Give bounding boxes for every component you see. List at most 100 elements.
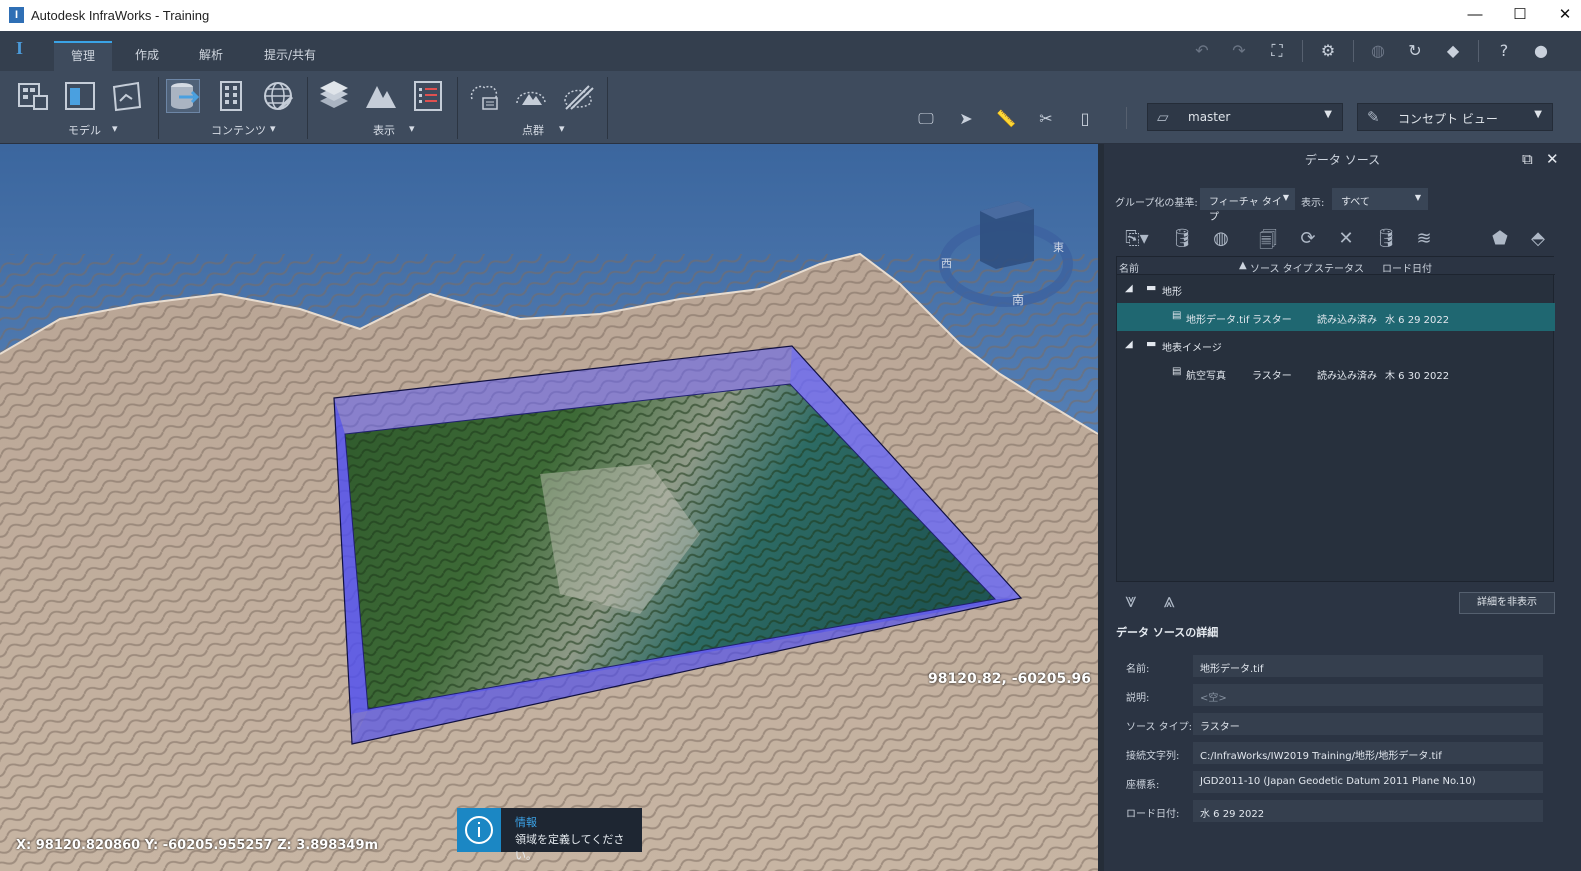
settings-gear-icon[interactable]: ⚙ (1316, 39, 1340, 63)
info-message: 領域を定義してください。 (515, 833, 625, 862)
menu-bar: I 管理 作成 解析 提示/共有 ↶ ↷ ⛶ ⚙ ◍ ↻ ◆ ? ● (0, 31, 1581, 71)
detail-row-source-type: ソース タイプ: ラスター (1116, 713, 1543, 735)
tab-manage[interactable]: 管理 (54, 41, 113, 71)
model-map-icon[interactable] (110, 79, 144, 113)
tree-item-row[interactable]: ▤ 航空写真 ラスター 読み込み済み 木 6 30 2022 (1117, 359, 1555, 387)
redo-icon[interactable]: ↷ (1227, 39, 1251, 63)
detail-row-load-date: ロード日付: 水 6 29 2022 (1116, 800, 1543, 822)
sort-ascending-icon[interactable]: ▲ (1239, 260, 1247, 271)
chevron-down-icon: ▼ (1534, 109, 1542, 120)
model-map-small-icon: ▱ (1157, 108, 1169, 126)
close-window-button[interactable]: ✕ (1543, 4, 1581, 26)
column-name[interactable]: 名前 (1119, 260, 1139, 275)
model-panel-icon[interactable] (63, 79, 97, 113)
viewcube-west-label[interactable]: 西 (941, 255, 952, 271)
file-icon: ▤ (1172, 310, 1182, 321)
detail-description-field[interactable]: <空> (1193, 684, 1543, 706)
measure-icon[interactable]: 📏 (994, 107, 1018, 131)
details-title: データ ソースの詳細 (1116, 626, 1219, 639)
item-name: 地形データ.tif (1186, 315, 1250, 326)
chevron-down-icon: ▼ (1282, 193, 1289, 202)
detail-row-name: 名前: 地形データ.tif (1116, 655, 1543, 677)
point-cloud-create-icon[interactable] (467, 79, 501, 113)
tools-icon[interactable]: ✂ (1034, 107, 1058, 131)
detail-label: 説明: (1126, 693, 1150, 704)
bookmark-icon[interactable]: ▯ (1073, 107, 1097, 131)
group-by-label: グループ化の基準: (1115, 198, 1198, 209)
data-source-tree[interactable]: 名前 ▲ ソース タイプ ステータス ロード日付 ◢ ▬ 地形 ▤ 地形データ.… (1116, 256, 1555, 582)
viewcube-south-label[interactable]: 南 (1012, 291, 1024, 308)
group-by-dropdown[interactable]: フィーチャ タイプ ▼ (1200, 188, 1295, 223)
item-date: 木 6 30 2022 (1385, 371, 1450, 382)
detail-connection-field[interactable]: C:/InfraWorks/IW2019 Training/地形/地形データ.t… (1193, 742, 1543, 764)
tree-group-row[interactable]: ◢ ▬ 地表イメージ (1117, 331, 1555, 359)
group-label-content[interactable]: コンテンツ (211, 122, 266, 138)
collapse-arrow-icon[interactable]: ◢ (1125, 283, 1133, 294)
display-filter-dropdown[interactable]: すべて ▼ (1332, 188, 1428, 210)
content-group-chevron-icon[interactable]: ▾ (270, 122, 276, 135)
close-panel-icon[interactable]: ✕ (1546, 150, 1559, 168)
model-version-dropdown[interactable]: ▱ master ▼ (1147, 103, 1343, 131)
terrain-icon[interactable] (364, 79, 398, 113)
user-avatar-icon[interactable]: ● (1529, 39, 1553, 63)
feature-list-icon[interactable] (411, 79, 445, 113)
help-icon[interactable]: ? (1492, 39, 1516, 63)
group-label-point-cloud[interactable]: 点群 (522, 122, 544, 138)
item-status: 読み込み済み (1317, 371, 1377, 382)
detail-load-date-field[interactable]: 水 6 29 2022 (1193, 800, 1543, 822)
info-title: 情報 (515, 816, 537, 829)
sync-icon[interactable]: ↻ (1403, 39, 1427, 63)
group-label-model[interactable]: モデル (68, 122, 101, 138)
column-status[interactable]: ステータス (1314, 260, 1364, 275)
3d-viewport[interactable]: 西 東 南 98120.82, -60205.96 X: 98120.82086… (0, 144, 1098, 871)
minimize-button[interactable]: — (1453, 4, 1497, 26)
viewcube-east-label[interactable]: 東 (1053, 239, 1064, 255)
point-cloud-road-icon[interactable] (561, 79, 595, 113)
maximize-button[interactable]: ☐ (1498, 4, 1542, 26)
tab-create[interactable]: 作成 (118, 41, 176, 71)
collapse-arrow-icon[interactable]: ◢ (1125, 339, 1133, 350)
buildings-icon[interactable] (214, 79, 248, 113)
viewcube[interactable]: 西 東 南 (938, 199, 1076, 309)
point-cloud-terrain-icon[interactable] (514, 79, 548, 113)
detail-row-connection: 接続文字列: C:/InfraWorks/IW2019 Training/地形/… (1116, 742, 1543, 764)
column-load-date[interactable]: ロード日付 (1382, 260, 1432, 275)
undo-icon[interactable]: ↶ (1190, 39, 1214, 63)
tab-analyze[interactable]: 解析 (182, 41, 240, 71)
info-notification[interactable]: 情報 領域を定義してください。 (457, 808, 642, 862)
tree-header: 名前 ▲ ソース タイプ ステータス ロード日付 (1117, 257, 1555, 275)
display-group-chevron-icon[interactable]: ▾ (409, 122, 415, 135)
infraworks-logo[interactable]: I (16, 38, 23, 59)
select-cursor-icon[interactable]: ➤ (954, 107, 978, 131)
point-cloud-group-chevron-icon[interactable]: ▾ (559, 122, 565, 135)
fullscreen-icon[interactable]: ⛶ (1265, 39, 1289, 63)
app-icon: I (9, 7, 24, 23)
data-sources-icon[interactable] (166, 79, 200, 113)
data-sources-panel: データ ソース ⧉ ✕ グループ化の基準: フィーチャ タイプ ▼ 表示: すべ… (1104, 144, 1581, 871)
globe-icon[interactable]: ◍ (1366, 39, 1390, 63)
detail-name-field[interactable]: 地形データ.tif (1193, 655, 1543, 677)
undock-icon[interactable]: ⧉ (1522, 150, 1533, 168)
tree-group-row[interactable]: ◢ ▬ 地形 (1117, 275, 1555, 303)
view-style-dropdown[interactable]: ✎ コンセプト ビュー ▼ (1357, 103, 1553, 131)
tree-item-row[interactable]: ▤ 地形データ.tif ラスター 読み込み済み 水 6 29 2022 (1117, 303, 1555, 331)
tab-present-share[interactable]: 提示/共有 (247, 41, 333, 71)
globe-content-icon[interactable] (261, 79, 295, 113)
hide-details-button[interactable]: 詳細を非表示 (1459, 592, 1555, 614)
collapse-all-icon[interactable]: ⩓ (1157, 588, 1181, 620)
detail-row-coordinate-system: 座標系: JGD2011-10 (Japan Geodetic Datum 20… (1116, 771, 1543, 793)
model-group-chevron-icon[interactable]: ▾ (112, 122, 118, 135)
group-name: 地表イメージ (1162, 343, 1222, 354)
column-source-type[interactable]: ソース タイプ (1250, 260, 1313, 275)
group-label-display[interactable]: 表示 (373, 122, 395, 138)
detail-coordinate-system-field[interactable]: JGD2011-10 (Japan Geodetic Datum 2011 Pl… (1193, 771, 1543, 793)
expand-all-icon[interactable]: ⩔ (1119, 588, 1143, 620)
cloud-model-icon[interactable]: ◆ (1441, 39, 1465, 63)
detail-label: 座標系: (1126, 780, 1160, 791)
model-properties-icon[interactable] (16, 79, 50, 113)
detail-label: ロード日付: (1126, 809, 1180, 820)
coordinate-status-bar: X: 98120.820860 Y: -60205.955257 Z: 3.89… (16, 838, 379, 853)
layers-icon[interactable] (317, 79, 351, 113)
detail-source-type-field[interactable]: ラスター (1193, 713, 1543, 735)
presentation-icon[interactable]: 🖵 (914, 107, 938, 131)
